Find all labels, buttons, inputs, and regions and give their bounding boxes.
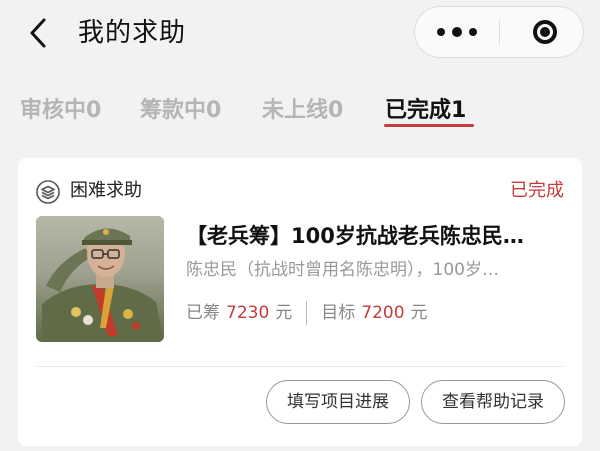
target-label: 目标: [321, 303, 356, 323]
dot-icon: [469, 28, 477, 36]
funding-stats: 已筹 7230 元 目标 7200 元: [186, 298, 428, 328]
help-request-card[interactable]: 困难求助 已完成 【老兵筹】100岁抗战老兵陈忠民… 陈忠民（抗战时曾用名陈忠明…: [18, 158, 582, 446]
dot-icon: [452, 27, 462, 37]
stats-divider: [306, 301, 308, 325]
mini-program-capsule: [414, 6, 584, 58]
tab-reviewing[interactable]: 审核中0: [20, 86, 101, 136]
project-title[interactable]: 【老兵筹】100岁抗战老兵陈忠民…: [186, 219, 566, 253]
status-tabs: 审核中0 筹款中0 未上线0 已完成1: [0, 86, 600, 136]
page-title: 我的求助: [78, 18, 187, 48]
tab-completed[interactable]: 已完成1: [385, 86, 466, 136]
card-divider: [36, 366, 564, 367]
dot-icon: [437, 28, 445, 36]
capsule-divider: [499, 20, 500, 45]
project-description: 陈忠民（抗战时曾用名陈忠明），100岁…: [186, 260, 499, 280]
more-options-button[interactable]: [415, 7, 499, 57]
help-type-label: 困难求助: [70, 180, 142, 201]
active-tab-indicator: [384, 124, 474, 127]
target-close-icon: [533, 20, 557, 44]
status-badge: 已完成: [510, 180, 564, 201]
target-amount: 7200: [361, 303, 405, 323]
raised-amount: 7230: [226, 303, 270, 323]
top-nav-bar: 我的求助: [0, 0, 600, 76]
tab-fundraising[interactable]: 筹款中0: [140, 86, 221, 136]
target-unit: 元: [410, 303, 428, 323]
tab-offline[interactable]: 未上线0: [262, 86, 343, 136]
raised-label: 已筹: [186, 303, 220, 323]
layers-icon: [36, 180, 60, 204]
close-mini-program-button[interactable]: [515, 12, 575, 52]
fill-progress-button[interactable]: 填写项目进展: [266, 380, 410, 424]
back-arrow-icon[interactable]: [24, 14, 58, 52]
veteran-photo[interactable]: [36, 216, 164, 342]
view-help-records-button[interactable]: 查看帮助记录: [421, 380, 565, 424]
raised-unit: 元: [275, 303, 293, 323]
